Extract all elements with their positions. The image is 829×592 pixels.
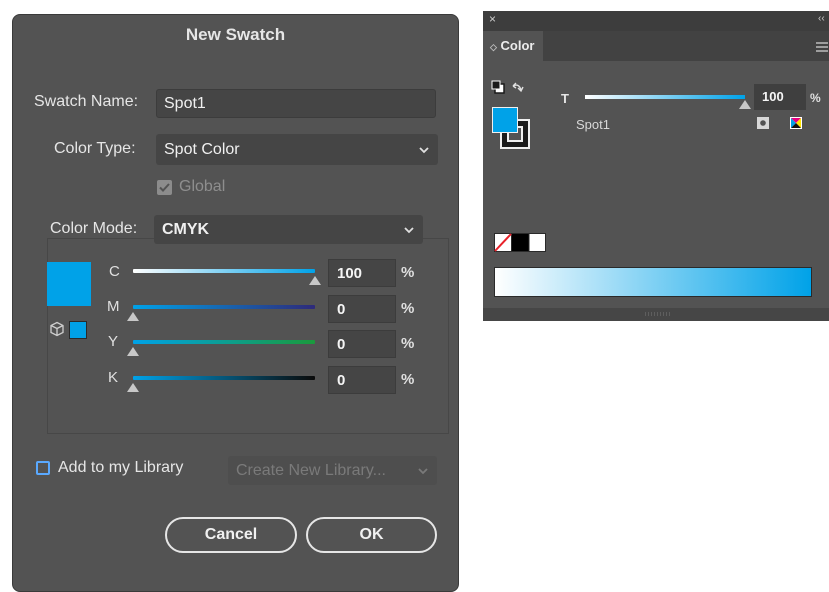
channel-c-slider[interactable] <box>133 269 315 273</box>
cmyk-process-icon <box>790 117 802 129</box>
panel-title-bar: × ‹‹ <box>483 11 829 31</box>
color-type-value: Spot Color <box>164 140 240 158</box>
spot-color-icon <box>757 117 769 129</box>
channel-y-slider-thumb[interactable] <box>127 347 139 356</box>
channel-m-slider[interactable] <box>133 305 315 309</box>
new-swatch-dialog: New Swatch Swatch Name: Spot1 Color Type… <box>12 14 459 592</box>
close-icon[interactable]: × <box>489 12 496 26</box>
channel-m-input[interactable]: 0 <box>328 295 396 323</box>
checkmark-icon <box>159 183 170 192</box>
channel-y-slider[interactable] <box>133 340 315 344</box>
color-mode-select[interactable]: CMYK <box>154 215 423 244</box>
tab-color-label: Color <box>500 38 535 53</box>
channel-m-label: M <box>107 298 120 315</box>
tint-input[interactable]: 100 <box>754 84 806 110</box>
swatch-name-value: Spot1 <box>164 94 206 112</box>
swap-fill-stroke-icon[interactable] <box>511 81 525 95</box>
channel-c-slider-thumb[interactable] <box>309 276 321 285</box>
add-to-library-checkbox[interactable] <box>36 461 50 475</box>
swatch-name-readout: Spot1 <box>576 117 610 132</box>
channel-c-value: 100 <box>337 264 363 282</box>
swatch-name-label: Swatch Name: <box>34 93 139 110</box>
tint-value: 100 <box>762 89 784 104</box>
out-of-web-gamut-cube-icon[interactable] <box>49 321 65 337</box>
channel-k-label: K <box>108 369 119 386</box>
color-ramp[interactable] <box>494 267 812 297</box>
fill-proxy[interactable] <box>492 107 518 133</box>
color-mode-value: CMYK <box>162 220 210 238</box>
collapse-panel-icon[interactable]: ‹‹ <box>818 13 825 24</box>
none-black-white-swatches[interactable] <box>494 233 546 252</box>
grip-lines <box>645 312 671 316</box>
channel-c-unit: % <box>401 264 415 281</box>
global-checkbox[interactable] <box>157 180 172 195</box>
global-label: Global <box>179 178 226 195</box>
swatch-name-input[interactable]: Spot1 <box>156 89 436 118</box>
tint-unit: % <box>810 91 821 105</box>
chevron-down-icon <box>404 226 414 233</box>
tint-slider[interactable] <box>585 95 745 99</box>
dialog-title: New Swatch <box>185 25 286 44</box>
channel-k-slider-thumb[interactable] <box>127 383 139 392</box>
panel-resize-grip[interactable] <box>483 308 829 321</box>
channel-m-slider-thumb[interactable] <box>127 312 139 321</box>
cancel-button[interactable]: Cancel <box>165 517 297 553</box>
channel-y-input[interactable]: 0 <box>328 330 396 358</box>
tab-expand-icon: ◇ <box>490 42 497 52</box>
channel-y-unit: % <box>401 335 415 352</box>
panel-menu-icon[interactable] <box>816 42 828 52</box>
channel-k-value: 0 <box>337 371 346 389</box>
chevron-down-icon <box>419 146 429 153</box>
tab-color[interactable]: ◇ Color <box>483 31 543 63</box>
tint-label: T <box>561 91 569 106</box>
channel-k-unit: % <box>401 371 415 388</box>
add-to-library-label: Add to my Library <box>58 459 184 476</box>
chevron-down-icon <box>418 467 428 474</box>
color-type-select[interactable]: Spot Color <box>156 134 438 165</box>
library-select[interactable]: Create New Library... <box>228 456 437 485</box>
channel-m-unit: % <box>401 300 415 317</box>
color-mode-label: Color Mode: <box>48 220 140 238</box>
color-type-label: Color Type: <box>54 140 136 157</box>
library-select-value: Create New Library... <box>236 461 386 479</box>
color-panel: × ‹‹ ◇ Color T 100 % Spot1 <box>483 11 829 321</box>
default-fill-stroke-icon[interactable] <box>491 80 505 94</box>
channel-y-value: 0 <box>337 335 346 353</box>
channel-m-value: 0 <box>337 300 346 318</box>
color-preview-swatch <box>47 262 91 306</box>
channel-k-input[interactable]: 0 <box>328 366 396 394</box>
web-safe-swatch[interactable] <box>69 321 87 339</box>
ok-button[interactable]: OK <box>306 517 437 553</box>
channel-y-label: Y <box>108 333 119 350</box>
tint-slider-thumb[interactable] <box>739 100 751 109</box>
channel-c-input[interactable]: 100 <box>328 259 396 287</box>
channel-k-slider[interactable] <box>133 376 315 380</box>
channel-c-label: C <box>109 263 120 280</box>
